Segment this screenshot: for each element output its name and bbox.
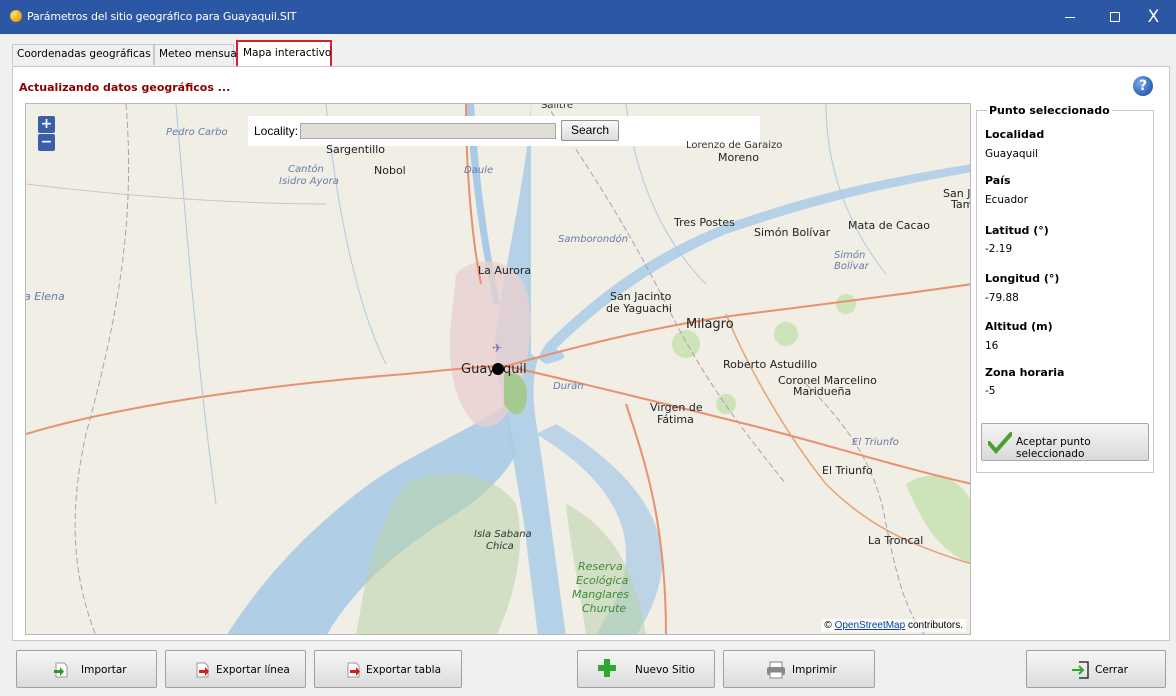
localidad-label: Localidad — [985, 128, 1045, 141]
help-icon[interactable]: ? — [1133, 76, 1153, 96]
map-label: Tam — [951, 198, 970, 211]
map-label: El Triunfo — [852, 437, 899, 448]
selected-point-marker[interactable] — [492, 363, 504, 375]
importar-label: Importar — [81, 664, 127, 676]
app-icon — [10, 10, 22, 22]
map-label: Tres Postes — [674, 216, 735, 229]
accept-point-button[interactable]: Aceptar punto seleccionado — [981, 423, 1149, 461]
search-button[interactable]: Search — [561, 120, 620, 141]
zona-horaria-label: Zona horaria — [985, 366, 1065, 379]
map-label: Bolívar — [834, 261, 869, 272]
export-icon — [347, 662, 360, 678]
import-icon — [54, 662, 68, 678]
map-label: Mata de Cacao — [848, 219, 930, 232]
title-bar: Parámetros del sitio geográfico para Gua… — [0, 0, 1176, 34]
locality-search: Locality: Search — [248, 116, 760, 146]
longitud-label: Longitud (°) — [985, 272, 1060, 285]
map-label: Milagro — [686, 317, 734, 332]
nuevo-sitio-label: Nuevo Sitio — [635, 664, 695, 676]
map-label: El Triunfo — [822, 464, 873, 477]
map-label: La Aurora — [478, 264, 532, 277]
map-label: Fátima — [657, 413, 694, 426]
window-title: Parámetros del sitio geográfico para Gua… — [27, 10, 297, 23]
zoom-out-button[interactable]: − — [38, 134, 55, 151]
interactive-map[interactable]: ✈ + − Locality: Search Salitre Pedro Car… — [25, 103, 971, 635]
exportar-tabla-label: Exportar tabla — [366, 664, 442, 676]
checkmark-icon — [988, 432, 1012, 454]
map-label: La Troncal — [868, 534, 924, 547]
map-label: Salitre — [541, 103, 573, 111]
exportar-linea-label: Exportar línea — [216, 664, 290, 676]
openstreetmap-link[interactable]: OpenStreetMap — [835, 620, 906, 631]
map-label: Simón Bolívar — [754, 226, 831, 239]
map-label: Ecológica — [576, 574, 629, 587]
map-label: Durán — [553, 381, 584, 392]
tab-mapa-interactivo[interactable]: Mapa interactivo — [236, 40, 332, 68]
pais-value: Ecuador — [985, 194, 1028, 206]
map-label: Roberto Astudillo — [723, 358, 818, 371]
map-label: Sargentillo — [326, 143, 385, 156]
map-label: a Elena — [25, 290, 65, 303]
map-label: Daule — [464, 165, 494, 176]
cerrar-button[interactable]: Cerrar — [1026, 650, 1166, 688]
selected-point-panel: Punto seleccionado Localidad Guayaquil P… — [976, 104, 1154, 473]
tab-meteo-mensual[interactable]: Meteo mensual — [154, 44, 240, 65]
latitud-label: Latitud (°) — [985, 224, 1049, 237]
map-label: Samborondón — [558, 234, 629, 245]
minimize-icon — [1064, 16, 1075, 18]
altitud-label: Altitud (m) — [985, 320, 1053, 333]
plus-icon — [598, 659, 616, 677]
imprimir-button[interactable]: Imprimir — [723, 650, 875, 688]
accept-point-label: Aceptar punto seleccionado — [1016, 436, 1091, 460]
locality-input[interactable] — [300, 123, 556, 139]
nuevo-sitio-button[interactable]: Nuevo Sitio — [577, 650, 715, 688]
attribution-prefix: © — [824, 620, 832, 631]
map-label: Churute — [582, 602, 627, 615]
map-label: Maridueña — [793, 385, 852, 398]
svg-text:✈: ✈ — [492, 341, 502, 355]
longitud-value: -79.88 — [985, 292, 1019, 304]
importar-button[interactable]: Importar — [16, 650, 157, 688]
map-label: Pedro Carbo — [166, 127, 228, 138]
close-button[interactable]: X — [1131, 0, 1176, 34]
imprimir-label: Imprimir — [792, 664, 837, 676]
latitud-value: -2.19 — [985, 243, 1013, 255]
exit-icon — [1072, 661, 1089, 679]
altitud-value: 16 — [985, 340, 999, 352]
maximize-icon — [1109, 12, 1120, 22]
localidad-value: Guayaquil — [985, 148, 1039, 160]
panel-legend: Punto seleccionado — [987, 104, 1112, 117]
zoom-in-button[interactable]: + — [38, 116, 55, 133]
locality-label: Locality: — [254, 124, 299, 138]
map-label: Chica — [486, 541, 514, 552]
map-label: Isla Sabana — [474, 529, 532, 540]
map-label: Reserva — [578, 560, 623, 573]
map-label: de Yaguachi — [606, 302, 672, 315]
map-label: Manglares — [572, 588, 630, 601]
cerrar-label: Cerrar — [1095, 664, 1128, 676]
map-label: Moreno — [718, 151, 759, 164]
export-icon — [196, 662, 209, 678]
minimize-button[interactable] — [1047, 0, 1092, 34]
exportar-linea-button[interactable]: Exportar línea — [165, 650, 306, 688]
map-label: Nobol — [374, 164, 406, 177]
exportar-tabla-button[interactable]: Exportar tabla — [314, 650, 462, 688]
map-label: Simón — [834, 250, 866, 261]
map-label: Cantón — [288, 164, 324, 175]
attribution-suffix: contributors. — [907, 620, 963, 631]
map-attribution: © OpenStreetMap contributors. — [821, 619, 966, 632]
zona-horaria-value: -5 — [985, 385, 996, 397]
tab-coordenadas[interactable]: Coordenadas geográficas — [12, 44, 154, 65]
map-label: Lorenzo de Garaizo — [686, 140, 783, 151]
pais-label: País — [985, 174, 1011, 187]
status-text: Actualizando datos geográficos ... — [19, 81, 231, 94]
printer-icon — [767, 661, 785, 679]
map-label: Isidro Ayora — [279, 176, 339, 187]
